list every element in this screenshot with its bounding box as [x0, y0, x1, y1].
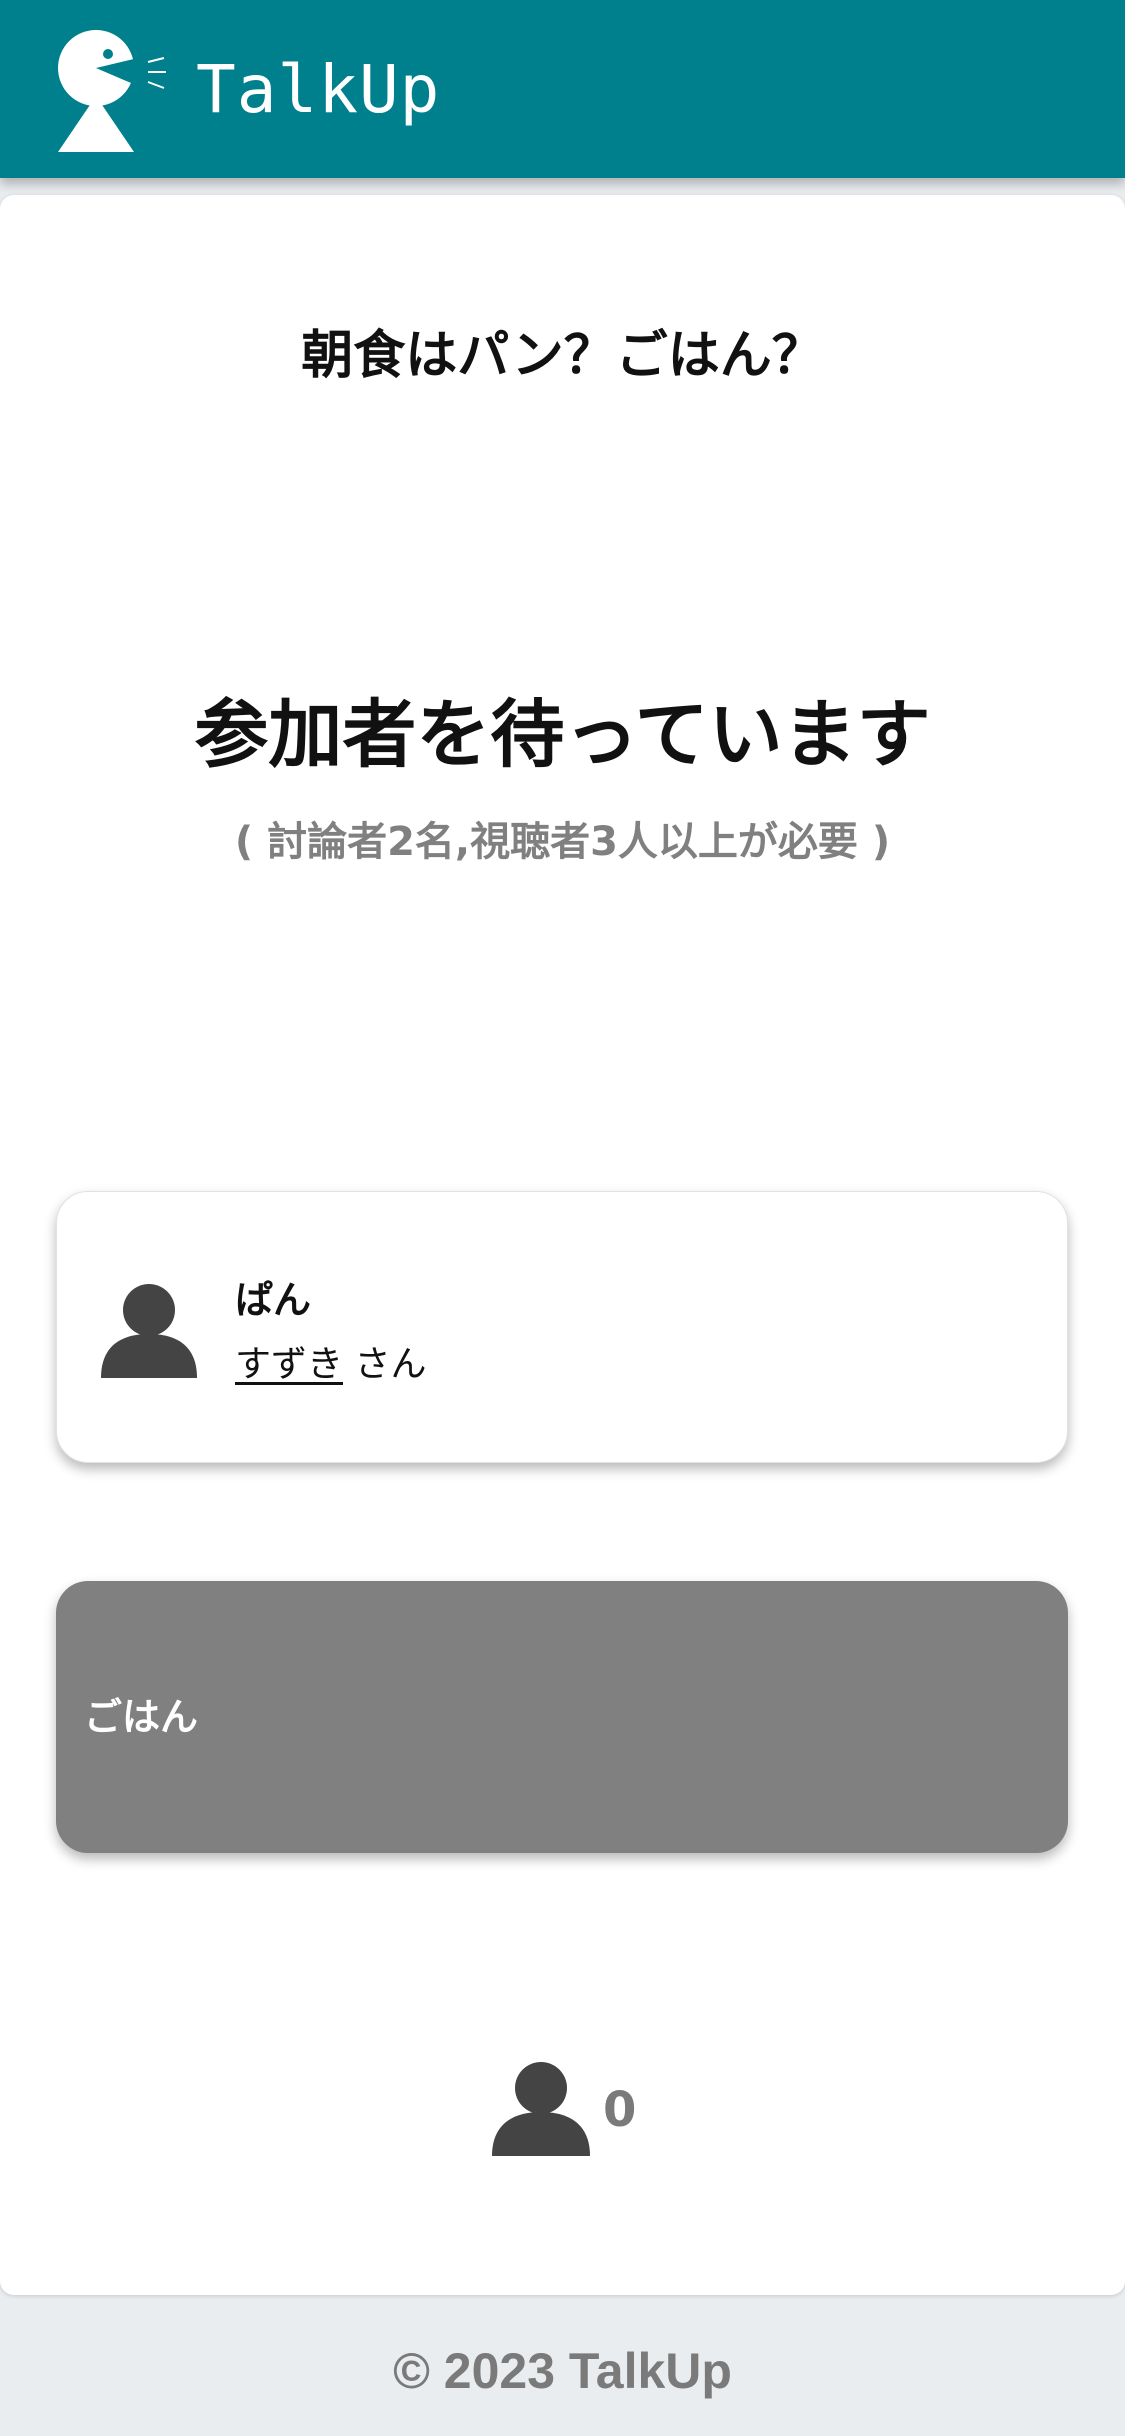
- talking-person-icon[interactable]: [58, 28, 178, 152]
- side-card-gohan[interactable]: ごはん: [56, 1581, 1068, 1853]
- person-icon: [492, 2062, 590, 2156]
- honorific-suffix: さん: [343, 1344, 427, 1385]
- waiting-requirement-note: ( 討論者2名,視聴者3人以上が必要 ): [234, 819, 891, 865]
- person-icon: [101, 1284, 197, 1378]
- debater-name-link[interactable]: すずき: [235, 1344, 343, 1385]
- side-label: ぱん: [235, 1278, 312, 1322]
- app-header: TalkUp: [0, 0, 1125, 178]
- viewer-count: 0: [603, 2082, 637, 2138]
- topic-title: 朝食はパン？ごはん？: [301, 326, 824, 386]
- footer-copyright: © 2023 TalkUp: [393, 2343, 732, 2399]
- side-label: ごはん: [84, 1695, 199, 1739]
- waiting-status-title: 参加者を待っています: [194, 692, 931, 778]
- side-card-pan[interactable]: ぱん すずき さん: [56, 1191, 1068, 1463]
- brand-name[interactable]: TalkUp: [196, 48, 440, 132]
- debater-info: すずき さん: [235, 1338, 426, 1392]
